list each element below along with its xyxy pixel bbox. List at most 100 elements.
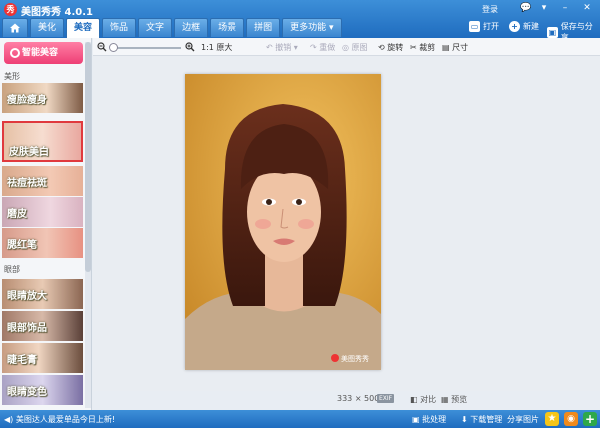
smart-makeup-button[interactable]: 智能美容 — [4, 42, 83, 64]
image-dimensions: 333 × 500 — [337, 394, 380, 403]
smart-makeup-label: 智能美容 — [22, 48, 59, 58]
batch-label: 批处理 — [422, 415, 447, 424]
rotate-icon: ⟲ — [378, 43, 388, 52]
undo-icon: ↶ — [266, 43, 276, 52]
compare-icon: ◧ — [410, 395, 421, 404]
undo-label: 撤销 — [275, 43, 292, 52]
download-manager-button[interactable]: ⬇ 下载管理 — [461, 414, 502, 425]
original-button[interactable]: ◎ 原图 — [342, 42, 368, 53]
menu-dropdown-icon[interactable]: ▾ — [537, 3, 551, 14]
zoom-out-icon[interactable] — [97, 42, 107, 52]
sidebar-item-label: 磨皮 — [7, 209, 27, 220]
sidebar-item-label: 睫毛膏 — [7, 355, 37, 366]
sidebar-item-slim-face[interactable]: 瘦脸瘦身 — [2, 83, 83, 113]
crop-label: 裁剪 — [419, 43, 436, 52]
tab-border[interactable]: 边框 — [174, 18, 209, 37]
preview-label: 预览 — [451, 395, 468, 404]
section-label-eyes: 眼部 — [4, 265, 20, 274]
actual-size-button[interactable]: 1:1 原大 — [201, 42, 232, 53]
home-icon — [10, 23, 20, 33]
app-logo: 秀 — [4, 3, 17, 16]
zoom-slider-knob[interactable] — [109, 43, 118, 52]
undo-dropdown-icon[interactable]: ▾ — [291, 43, 298, 52]
redo-button[interactable]: ↷ 重做 — [310, 42, 335, 53]
status-bar: ◀) 美图达人最爱单品今日上新! ▣ 批处理 ⬇ 下载管理 分享图片 ★ ◉ + — [0, 410, 600, 428]
tab-beautify[interactable]: 美化 — [30, 18, 65, 37]
folder-icon: ▭ — [469, 21, 480, 32]
redo-icon: ↷ — [310, 43, 320, 52]
sidebar-item-label: 眼睛放大 — [7, 291, 47, 302]
tab-makeup[interactable]: 美容 — [66, 18, 101, 38]
crop-button[interactable]: ✂ 裁剪 — [410, 42, 435, 53]
image-canvas[interactable]: 美图秀秀 — [93, 56, 600, 391]
plus-icon: + — [509, 21, 520, 32]
sidebar-item-mascara[interactable]: 睫毛膏 — [2, 343, 83, 373]
resize-icon: ▤ — [442, 43, 453, 52]
share-image-button[interactable]: 分享图片 — [507, 414, 539, 425]
promo-message[interactable]: ◀) 美图达人最爱单品今日上新! — [4, 414, 115, 425]
preview-button[interactable]: ▦ 预览 — [441, 394, 467, 405]
watermark: 美图秀秀 — [331, 354, 369, 364]
sidebar-item-label: 眼睛变色 — [7, 387, 47, 398]
tab-scene[interactable]: 场景 — [210, 18, 245, 37]
open-label: 打开 — [483, 22, 499, 31]
speaker-icon: ◀) — [4, 415, 16, 424]
crop-icon: ✂ — [410, 43, 420, 52]
tab-text[interactable]: 文字 — [138, 18, 173, 37]
redo-label: 重做 — [319, 43, 336, 52]
undo-button[interactable]: ↶ 撤销 ▾ — [266, 42, 298, 53]
close-button[interactable]: ✕ — [580, 3, 594, 14]
exif-badge[interactable]: EXIF — [377, 394, 395, 403]
batch-icon: ▣ — [412, 415, 423, 424]
sidebar-item-eye-accessories[interactable]: 眼部饰品 — [2, 311, 83, 341]
preview-icon: ▦ — [441, 395, 452, 404]
rotate-button[interactable]: ⟲ 旋转 — [378, 42, 403, 53]
sidebar-item-label: 眼部饰品 — [7, 323, 47, 334]
new-button[interactable]: + 新建 — [509, 21, 539, 32]
open-button[interactable]: ▭ 打开 — [469, 21, 499, 32]
star-icon[interactable]: ★ — [545, 412, 559, 426]
login-link[interactable]: 登录 — [482, 4, 498, 15]
new-label: 新建 — [523, 22, 539, 31]
edit-toolbar: 1:1 原大 ↶ 撤销 ▾ ↷ 重做 ◎ 原图 ⟲ 旋转 ✂ 裁剪 ▤ 尺寸 — [93, 38, 600, 56]
title-bar: 秀 美图秀秀 4.0.1 登录 💬 ▾ – ✕ 美化 美容 饰品 文字 边框 场… — [0, 0, 600, 42]
compare-label: 对比 — [420, 395, 437, 404]
save-icon: ▣ — [547, 26, 558, 38]
sidebar-item-label: 腮红笔 — [7, 240, 37, 251]
sidebar-scrollbar-thumb[interactable] — [85, 42, 91, 272]
sidebar-item-smooth-skin[interactable]: 磨皮 — [2, 197, 83, 227]
original-label: 原图 — [351, 43, 368, 52]
sidebar-item-blush-brush[interactable]: 腮红笔 — [2, 228, 83, 258]
minimize-button[interactable]: – — [558, 3, 572, 14]
rotate-label: 旋转 — [387, 43, 404, 52]
watermark-text: 美图秀秀 — [341, 355, 369, 363]
tab-home[interactable] — [2, 18, 28, 37]
sidebar-item-label: 祛痘祛斑 — [7, 178, 47, 189]
original-icon: ◎ — [342, 43, 352, 52]
add-plus-icon[interactable]: + — [583, 412, 597, 426]
weibo-icon[interactable]: ◉ — [564, 412, 578, 426]
sidebar-item-acne-removal[interactable]: 祛痘祛斑 — [2, 166, 83, 196]
batch-process-button[interactable]: ▣ 批处理 — [412, 414, 446, 425]
resize-label: 尺寸 — [452, 43, 469, 52]
watermark-logo-icon — [331, 354, 339, 362]
tab-accessories[interactable]: 饰品 — [102, 18, 137, 37]
chat-icon[interactable]: 💬 — [519, 3, 533, 14]
section-label-shape: 美形 — [4, 72, 20, 81]
tab-collage[interactable]: 拼图 — [246, 18, 281, 37]
download-label: 下载管理 — [470, 415, 503, 424]
app-title: 美图秀秀 4.0.1 — [21, 7, 93, 18]
tab-more-features[interactable]: 更多功能 ▾ — [282, 18, 342, 37]
zoom-in-icon[interactable] — [185, 42, 195, 52]
sidebar-scrollbar[interactable] — [85, 42, 91, 408]
sidebar-item-eye-color[interactable]: 眼睛变色 — [2, 375, 83, 405]
resize-button[interactable]: ▤ 尺寸 — [442, 42, 468, 53]
sidebar-item-eye-enlarge[interactable]: 眼睛放大 — [2, 279, 83, 309]
photo[interactable]: 美图秀秀 — [185, 74, 381, 370]
promo-text: 美图达人最爱单品今日上新! — [15, 415, 116, 424]
compare-button[interactable]: ◧ 对比 — [410, 394, 436, 405]
sidebar-item-skin-whitening[interactable]: 皮肤美白 — [2, 121, 83, 162]
main-tab-bar: 美化 美容 饰品 文字 边框 场景 拼图 更多功能 ▾ — [2, 18, 344, 38]
zoom-slider[interactable] — [111, 47, 181, 49]
sidebar-item-label: 瘦脸瘦身 — [7, 95, 47, 106]
